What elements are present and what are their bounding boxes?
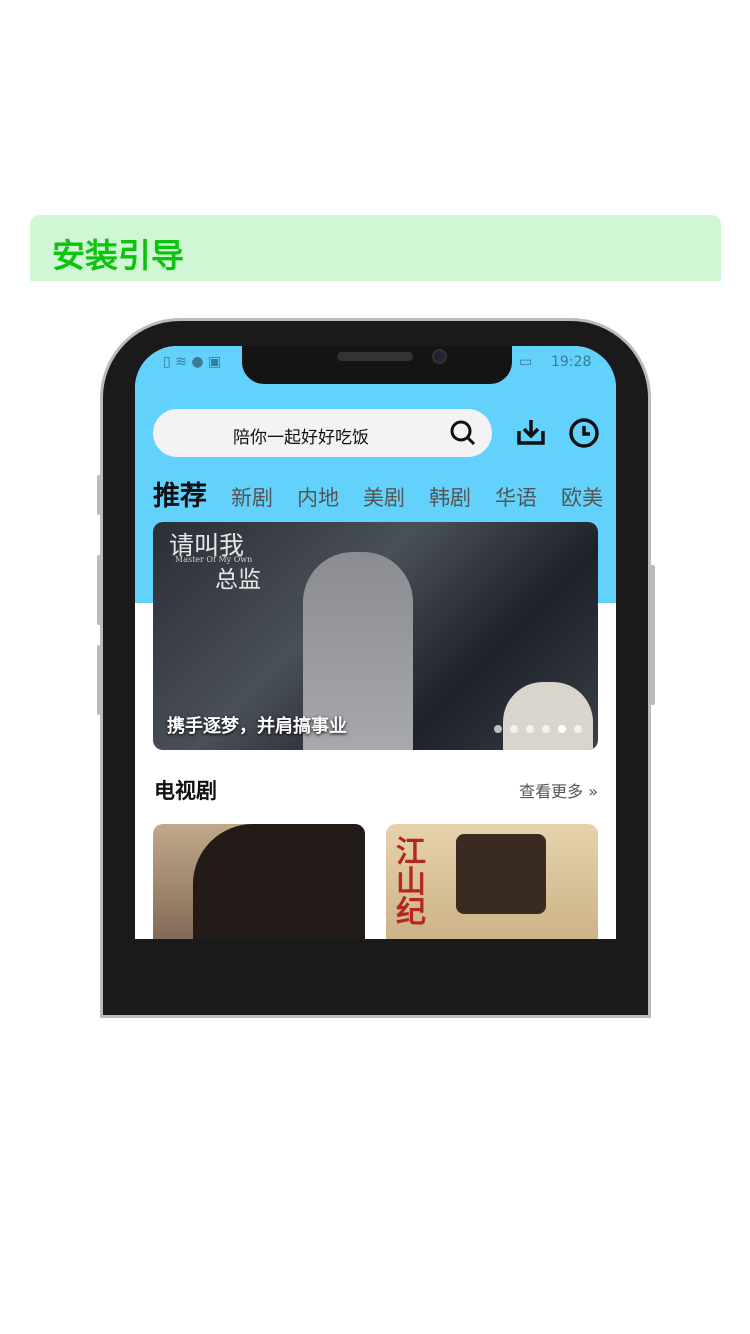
- phone-button: [97, 555, 102, 625]
- banner-image-person: [503, 682, 593, 750]
- show-card[interactable]: 江山纪: [386, 824, 598, 939]
- carousel-dot[interactable]: [574, 725, 582, 733]
- carousel-dot[interactable]: [526, 725, 534, 733]
- section-title: 电视剧: [154, 779, 217, 803]
- battery-icon: ▭: [519, 354, 533, 370]
- notch: [242, 346, 512, 384]
- status-time: 19:28: [551, 354, 592, 370]
- poster-image: [193, 824, 365, 939]
- history-clock-icon[interactable]: [568, 417, 600, 449]
- banner-show-title-2: 总监: [215, 567, 261, 593]
- carousel-dots: [494, 725, 582, 733]
- guide-title: 安装引导: [52, 236, 184, 275]
- search-icon[interactable]: [449, 419, 477, 447]
- poster-image: [456, 834, 546, 914]
- carousel-dot[interactable]: [542, 725, 550, 733]
- tab-new[interactable]: 新剧: [231, 482, 273, 512]
- status-icons: ▯ ≋ ● ▣: [163, 354, 222, 370]
- banner-caption: 携手逐梦，并肩搞事业: [167, 716, 347, 737]
- double-chevron-right-icon: »: [588, 782, 598, 801]
- see-more-link[interactable]: 查看更多 »: [519, 778, 598, 802]
- camera: [432, 349, 447, 364]
- phone-button: [97, 645, 102, 715]
- speaker: [337, 352, 413, 361]
- tab-chinese[interactable]: 华语: [495, 482, 537, 512]
- search-input[interactable]: 陪你一起好好吃饭: [153, 409, 492, 457]
- tab-korean[interactable]: 韩剧: [429, 482, 471, 512]
- show-card[interactable]: [153, 824, 365, 939]
- phone-button: [97, 475, 102, 515]
- carousel-dot-active[interactable]: [558, 725, 566, 733]
- app-screen: ▯ ≋ ● ▣ ▭ 19:28 陪你一起好好吃饭 推荐 新剧 内地 美剧 韩剧 …: [135, 346, 616, 939]
- tab-recommend[interactable]: 推荐: [153, 474, 207, 513]
- carousel-dot[interactable]: [510, 725, 518, 733]
- tab-western[interactable]: 欧美: [561, 482, 603, 512]
- category-tabs: 推荐 新剧 内地 美剧 韩剧 华语 欧美: [153, 474, 603, 513]
- poster-title: 江山纪: [396, 835, 426, 930]
- carousel-dot[interactable]: [494, 725, 502, 733]
- tab-us[interactable]: 美剧: [363, 482, 405, 512]
- see-more-label: 查看更多: [519, 782, 584, 801]
- banner-carousel[interactable]: 请叫我 Master Of My Own 总监 携手逐梦，并肩搞事业: [153, 522, 598, 750]
- tab-mainland[interactable]: 内地: [297, 482, 339, 512]
- phone-button: [650, 565, 655, 705]
- download-icon[interactable]: [515, 417, 547, 449]
- install-guide-header: 安装引导: [30, 215, 721, 281]
- search-placeholder: 陪你一起好好吃饭: [233, 428, 369, 448]
